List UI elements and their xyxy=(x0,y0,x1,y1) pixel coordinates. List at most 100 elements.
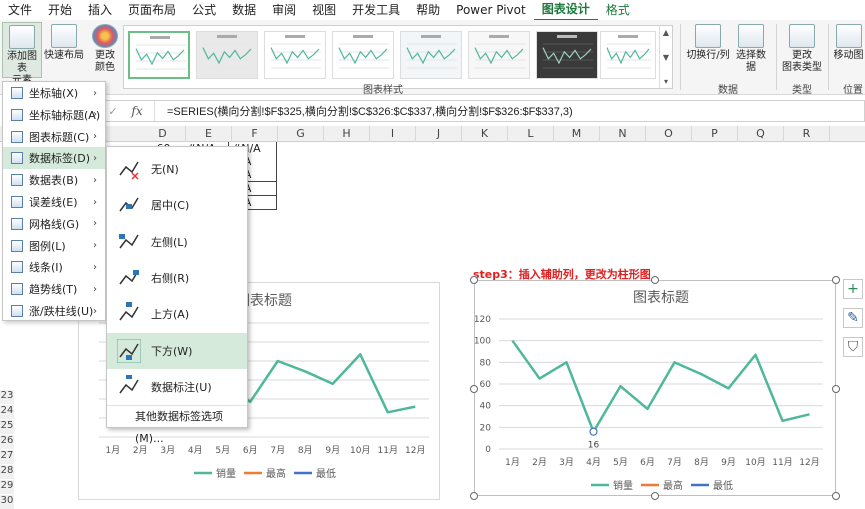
row-number[interactable]: 24 xyxy=(0,405,14,419)
data-label-option-label: 下方(W) xyxy=(151,344,193,358)
resize-handle[interactable] xyxy=(470,276,478,284)
menu-item-6[interactable]: 网格线(G) › xyxy=(3,213,105,235)
thumb-title xyxy=(421,35,441,38)
menu-item-8[interactable]: 线条(I) › xyxy=(3,256,105,278)
tab-4[interactable]: 公式 xyxy=(184,0,224,20)
data-label-option-icon xyxy=(117,338,141,363)
add-chart-element-button[interactable]: 添加图表 元素 xyxy=(2,22,42,86)
column-header[interactable]: H xyxy=(324,126,370,142)
data-label-option-2[interactable]: 左侧(L) xyxy=(107,224,247,260)
column-header[interactable]: N xyxy=(600,126,646,142)
chart-styles-brush-icon[interactable]: ✎ xyxy=(843,308,863,328)
quick-layout-button[interactable]: 快速布局 xyxy=(44,22,84,62)
formula-input[interactable]: =SERIES(横向分割!$F$325,横向分割!$C$326:$C$337,横… xyxy=(163,103,573,119)
menu-item-icon xyxy=(11,217,23,230)
row-number[interactable]: 26 xyxy=(0,435,14,449)
column-header[interactable]: L xyxy=(508,126,554,142)
x-tick-label: 3月 xyxy=(559,457,574,468)
tab-11[interactable]: 图表设计 xyxy=(533,0,598,21)
tab-2[interactable]: 插入 xyxy=(80,0,120,20)
column-header[interactable]: Q xyxy=(738,126,784,142)
row-number[interactable]: 29 xyxy=(0,480,14,494)
menu-item-4[interactable]: 数据表(B) › xyxy=(3,169,105,191)
column-header[interactable]: K xyxy=(462,126,508,142)
menu-item-10[interactable]: 涨/跌柱线(U) › xyxy=(3,300,105,322)
select-data-button[interactable]: 选择数据 xyxy=(733,22,769,74)
column-header[interactable]: F xyxy=(232,126,278,142)
menu-item-0[interactable]: 坐标轴(X) › xyxy=(3,82,105,104)
chart-style-thumb[interactable] xyxy=(600,31,656,79)
column-header[interactable]: M xyxy=(554,126,600,142)
tab-0[interactable]: 文件 xyxy=(0,0,40,20)
data-label-option-5[interactable]: 下方(W) xyxy=(107,332,247,369)
tab-12[interactable]: 格式 xyxy=(598,0,638,20)
resize-handle[interactable] xyxy=(470,385,478,393)
resize-handle[interactable] xyxy=(832,492,840,500)
tab-5[interactable]: 数据 xyxy=(224,0,264,20)
data-label-option-6[interactable]: 数据标注(U) xyxy=(107,369,247,405)
row-number[interactable]: 23 xyxy=(0,390,14,404)
chart-styles-gallery[interactable]: ▲ ▼ ▾ xyxy=(123,25,673,89)
menu-item-5[interactable]: 误差线(E) › xyxy=(3,191,105,213)
column-header[interactable]: P xyxy=(692,126,738,142)
chart-style-thumb[interactable] xyxy=(196,31,258,79)
column-header[interactable]: I xyxy=(370,126,416,142)
column-header[interactable]: R xyxy=(784,126,830,142)
move-chart-button[interactable]: 移动图 xyxy=(832,22,865,62)
chart-style-thumb[interactable] xyxy=(468,31,530,79)
tab-3[interactable]: 页面布局 xyxy=(120,0,184,20)
chart-elements-plus-icon[interactable]: + xyxy=(843,279,863,299)
column-header[interactable]: G xyxy=(278,126,324,142)
column-header[interactable]: J xyxy=(416,126,462,142)
switch-row-col-button[interactable]: 切换行/列 xyxy=(685,22,731,62)
tab-1[interactable]: 开始 xyxy=(40,0,80,20)
chart-style-thumb[interactable] xyxy=(128,31,190,79)
data-label-option-3[interactable]: 右侧(R) xyxy=(107,260,247,296)
resize-handle[interactable] xyxy=(651,276,659,284)
tab-10[interactable]: Power Pivot xyxy=(448,0,534,20)
menu-item-9[interactable]: 趋势线(T) › xyxy=(3,278,105,300)
x-tick-label: 8月 xyxy=(298,445,313,456)
tab-6[interactable]: 审阅 xyxy=(264,0,304,20)
row-number[interactable]: 25 xyxy=(0,420,14,434)
change-colors-button[interactable]: 更改 颜色 xyxy=(88,22,122,74)
row-number[interactable]: 30 xyxy=(0,495,14,509)
column-header[interactable]: E xyxy=(186,126,232,142)
menu-item-1[interactable]: 坐标轴标题(A) › xyxy=(3,104,105,126)
chart-style-thumb[interactable] xyxy=(264,31,326,79)
chart-style-thumb[interactable] xyxy=(536,31,598,79)
change-chart-type-button[interactable]: 更改 图表类型 xyxy=(782,22,822,74)
column-header[interactable]: D xyxy=(140,126,186,142)
styles-group-label: 图表样式 xyxy=(363,85,403,96)
chevron-up-icon[interactable]: ▲ xyxy=(663,28,669,37)
resize-handle[interactable] xyxy=(832,385,840,393)
menu-item-7[interactable]: 图例(L) › xyxy=(3,235,105,257)
cancel-icon[interactable]: ✓ xyxy=(106,105,120,118)
more-data-label-options[interactable]: 其他数据标签选项(M)... xyxy=(107,405,247,445)
tab-9[interactable]: 帮助 xyxy=(408,0,448,20)
menu-item-2[interactable]: 图表标题(C) › xyxy=(3,126,105,148)
expand-icon[interactable]: ▾ xyxy=(664,77,668,86)
select-data-label: 选择数据 xyxy=(736,50,766,73)
chart-style-thumb[interactable] xyxy=(400,31,462,79)
tab-7[interactable]: 视图 xyxy=(304,0,344,20)
resize-handle[interactable] xyxy=(651,492,659,500)
resize-handle[interactable] xyxy=(470,492,478,500)
chart-right[interactable]: 图表标题 0 20 40 60 80 100 120 1月 2月 3月 4月 5月 6月 7月 8月 9月 10月… xyxy=(474,280,836,496)
resize-handle[interactable] xyxy=(832,276,840,284)
data-label-option-1[interactable]: 居中(C) xyxy=(107,187,247,223)
menu-item-3[interactable]: 数据标签(D) › xyxy=(3,147,105,170)
gallery-scroll[interactable]: ▲ ▼ ▾ xyxy=(659,26,672,88)
data-label-option-label: 数据标注(U) xyxy=(151,380,212,394)
chevron-down-icon[interactable]: ▼ xyxy=(663,53,669,62)
row-number[interactable]: 28 xyxy=(0,465,14,479)
chart-style-thumb[interactable] xyxy=(332,31,394,79)
column-header[interactable]: O xyxy=(646,126,692,142)
chart-filter-icon[interactable]: ⛉ xyxy=(843,337,863,357)
fx-icon[interactable]: fx xyxy=(120,101,155,121)
data-label-option-0[interactable]: 无(N) xyxy=(107,151,247,187)
data-label-option-4[interactable]: 上方(A) xyxy=(107,296,247,332)
row-number[interactable]: 27 xyxy=(0,450,14,464)
icon-label-box xyxy=(126,302,132,308)
tab-8[interactable]: 开发工具 xyxy=(344,0,408,20)
